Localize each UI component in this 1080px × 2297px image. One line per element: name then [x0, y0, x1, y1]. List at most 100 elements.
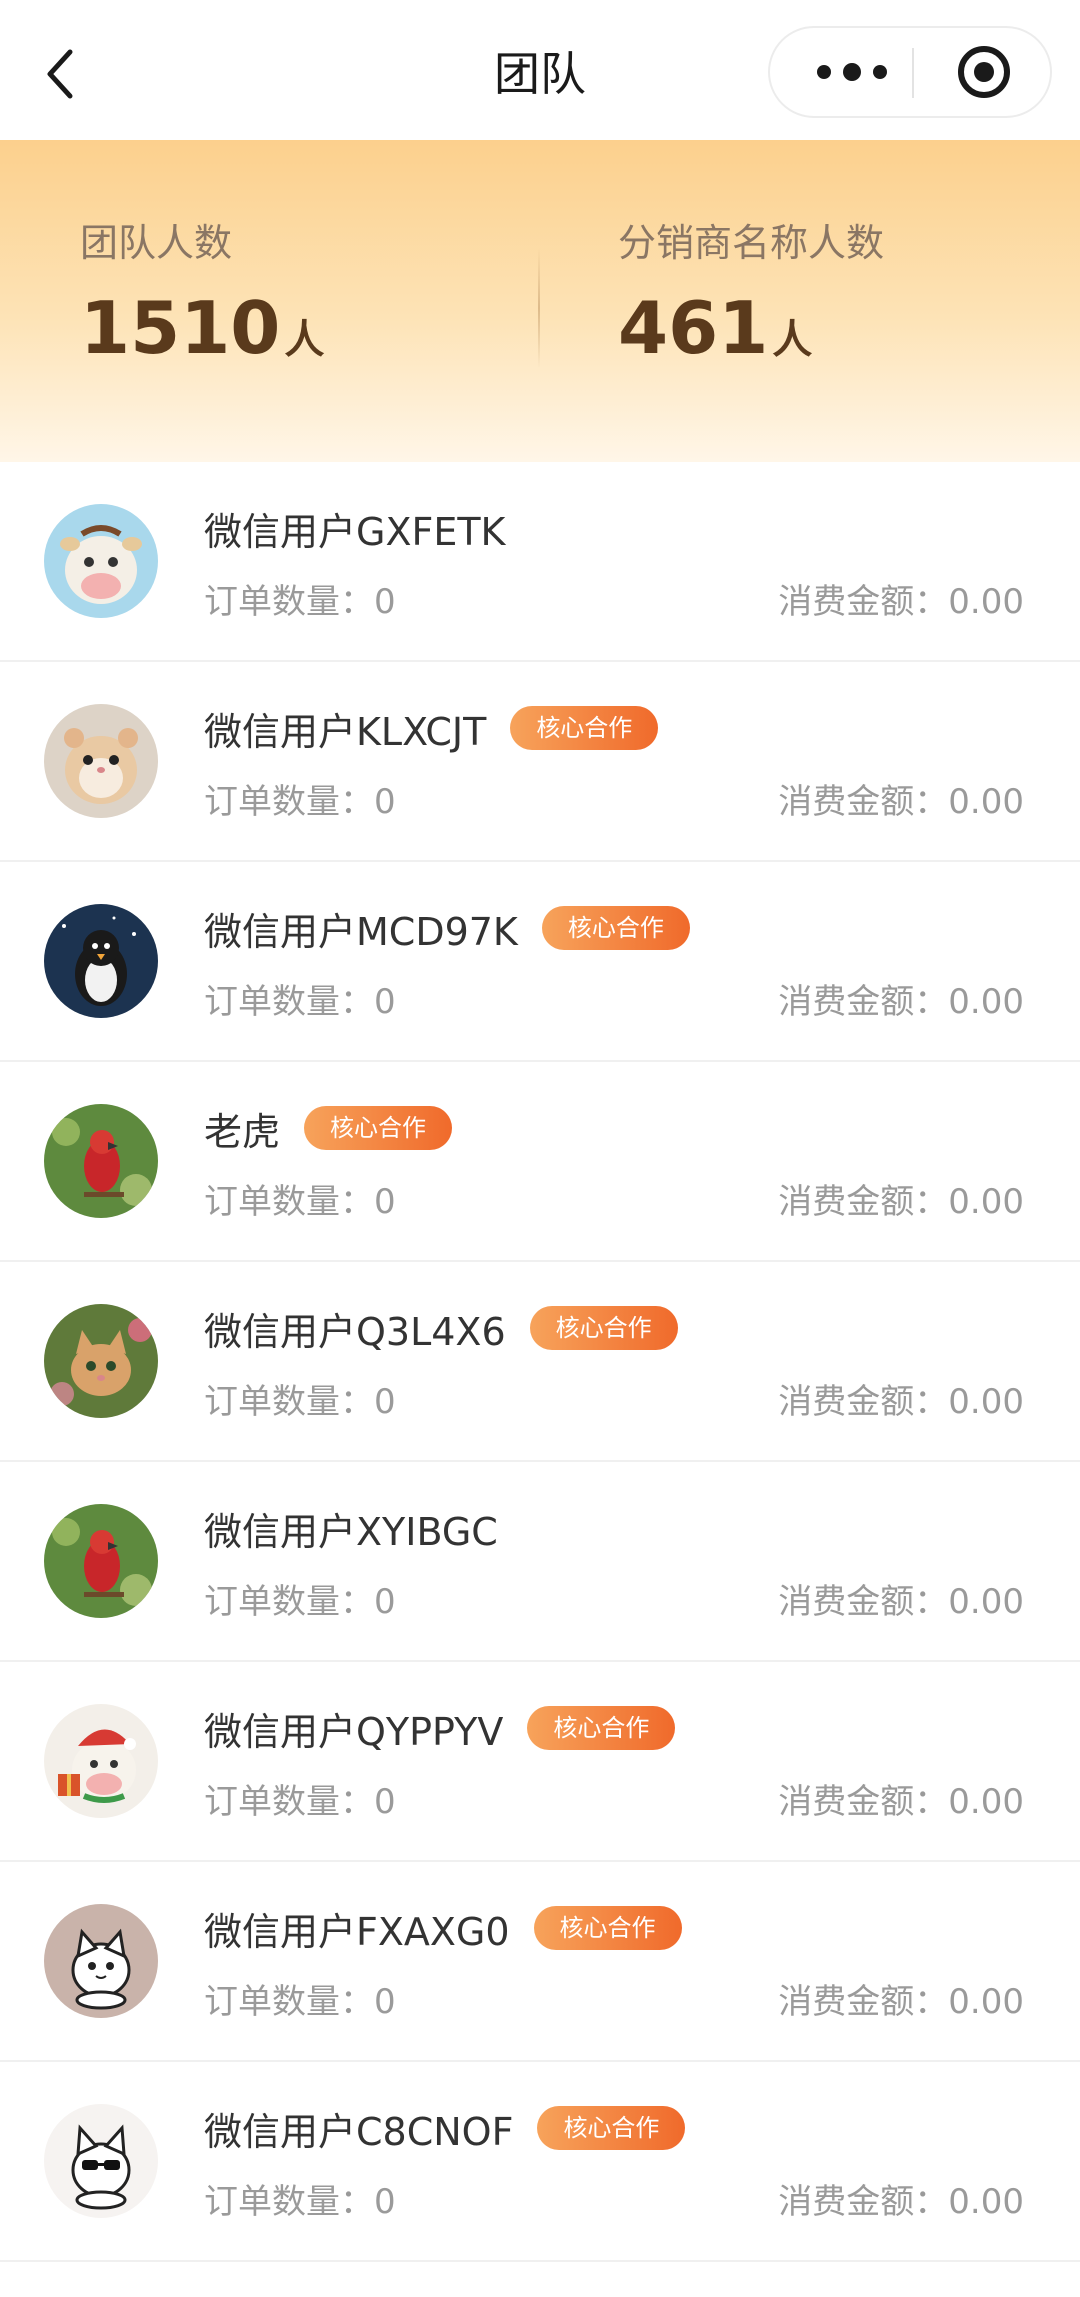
member-row-9[interactable]: 微信用户C8CNOF 核心合作 订单数量：0 消费金额：0.00 [0, 2062, 1080, 2262]
member-name: 微信用户MCD97K [204, 909, 518, 954]
member-name-line: 微信用户Q3L4X6 核心合作 [204, 1298, 678, 1358]
distributor-count-value: 461 人 [618, 286, 884, 382]
spend-amount-label: 消费金额： [778, 1382, 949, 1422]
parrot-avatar [44, 1104, 158, 1218]
spend-amount: 消费金额：0.00 [778, 2182, 1024, 2222]
spend-amount-label: 消费金额： [778, 782, 949, 822]
order-count-label: 订单数量： [204, 2182, 374, 2222]
distributor-count-unit: 人 [772, 317, 813, 363]
member-list: 微信用户GXFETK 订单数量：0 消费金额：0.00 微信用户KLXCJT 核… [0, 462, 1080, 2262]
hamster-avatar [44, 704, 158, 818]
spend-amount: 消费金额：0.00 [778, 1382, 1024, 1422]
member-name-line: 微信用户KLXCJT 核心合作 [204, 698, 659, 758]
capsule-divider [912, 48, 914, 98]
cartoon-cat-avatar [44, 1904, 158, 2018]
spend-amount-label: 消费金额： [778, 1582, 949, 1622]
team-stats-banner: 团队人数 1510 人 分销商名称人数 461 人 [0, 140, 1080, 462]
order-count-value: 0 [374, 2182, 396, 2222]
order-count-value: 0 [374, 982, 396, 1022]
spend-amount-label: 消费金额： [778, 1182, 949, 1222]
spend-amount-label: 消费金额： [778, 1782, 949, 1822]
order-count-label: 订单数量： [204, 1782, 374, 1822]
order-count-value: 0 [374, 1982, 396, 2022]
order-count-label: 订单数量： [204, 582, 374, 622]
member-name: 微信用户QYPPYV [204, 1709, 504, 1754]
kitten-avatar [44, 1304, 158, 1418]
sunglasses-cat-avatar [44, 2104, 158, 2218]
spend-amount: 消费金额：0.00 [778, 1982, 1024, 2022]
member-name-line: 微信用户XYIBGC [204, 1498, 498, 1558]
core-partner-badge: 核心合作 [541, 906, 690, 950]
more-dots-icon [817, 63, 887, 81]
parrot-avatar [44, 1504, 158, 1618]
spend-amount: 消费金额：0.00 [778, 982, 1024, 1022]
team-count-unit: 人 [284, 317, 325, 363]
core-partner-badge: 核心合作 [304, 1106, 453, 1150]
distributor-count-stat: 分销商名称人数 461 人 [618, 220, 884, 382]
spend-amount: 消费金额：0.00 [778, 1582, 1024, 1622]
spend-amount-value: 0.00 [948, 982, 1024, 1022]
member-name: 微信用户C8CNOF [204, 2109, 514, 2154]
spend-amount: 消费金额：0.00 [778, 782, 1024, 822]
member-name-line: 微信用户C8CNOF 核心合作 [204, 2098, 686, 2158]
member-name-line: 老虎 核心合作 [204, 1098, 453, 1158]
member-row-3[interactable]: 微信用户MCD97K 核心合作 订单数量：0 消费金额：0.00 [0, 862, 1080, 1062]
spend-amount-value: 0.00 [948, 1982, 1024, 2022]
order-count-value: 0 [374, 582, 396, 622]
core-partner-badge: 核心合作 [533, 1906, 682, 1950]
team-count-number: 1510 [80, 286, 281, 370]
spend-amount-label: 消费金额： [778, 582, 949, 622]
order-count: 订单数量：0 [204, 1382, 396, 1422]
order-count-value: 0 [374, 782, 396, 822]
distributor-count-label: 分销商名称人数 [618, 221, 885, 265]
member-row-5[interactable]: 微信用户Q3L4X6 核心合作 订单数量：0 消费金额：0.00 [0, 1262, 1080, 1462]
member-row-8[interactable]: 微信用户FXAXG0 核心合作 订单数量：0 消费金额：0.00 [0, 1862, 1080, 2062]
spend-amount: 消费金额：0.00 [778, 582, 1024, 622]
member-name: 老虎 [204, 1109, 281, 1154]
core-partner-badge: 核心合作 [537, 2106, 686, 2150]
order-count-label: 订单数量： [204, 1382, 374, 1422]
close-mini-program-button[interactable] [956, 44, 1012, 100]
spend-amount-value: 0.00 [948, 782, 1024, 822]
order-count-value: 0 [374, 1782, 396, 1822]
spend-amount-label: 消费金额： [778, 1982, 949, 2022]
navigation-bar: 团队 [0, 0, 1080, 140]
order-count-label: 订单数量： [204, 1582, 374, 1622]
order-count-value: 0 [374, 1382, 396, 1422]
distributor-count-number: 461 [618, 286, 769, 370]
order-count: 订单数量：0 [204, 1782, 396, 1822]
member-row-2[interactable]: 微信用户KLXCJT 核心合作 订单数量：0 消费金额：0.00 [0, 662, 1080, 862]
order-count: 订单数量：0 [204, 1182, 396, 1222]
stats-divider [538, 248, 540, 368]
member-row-4[interactable]: 老虎 核心合作 订单数量：0 消费金额：0.00 [0, 1062, 1080, 1262]
member-name-line: 微信用户FXAXG0 核心合作 [204, 1898, 682, 1958]
member-name: 微信用户GXFETK [204, 509, 506, 554]
member-row-1[interactable]: 微信用户GXFETK 订单数量：0 消费金额：0.00 [0, 462, 1080, 662]
spend-amount-value: 0.00 [948, 1582, 1024, 1622]
spend-amount-value: 0.00 [948, 1182, 1024, 1222]
order-count: 订单数量：0 [204, 982, 396, 1022]
member-row-6[interactable]: 微信用户XYIBGC 订单数量：0 消费金额：0.00 [0, 1462, 1080, 1662]
order-count-label: 订单数量： [204, 1182, 374, 1222]
target-circle-icon [958, 46, 1010, 98]
spend-amount-value: 0.00 [948, 582, 1024, 622]
order-count-value: 0 [374, 1182, 396, 1222]
core-partner-badge: 核心合作 [527, 1706, 676, 1750]
spend-amount-label: 消费金额： [778, 982, 949, 1022]
member-name: 微信用户Q3L4X6 [204, 1309, 506, 1354]
member-name: 微信用户FXAXG0 [204, 1909, 510, 1954]
more-button[interactable] [810, 52, 894, 92]
core-partner-badge: 核心合作 [529, 1306, 678, 1350]
core-partner-badge: 核心合作 [510, 706, 659, 750]
spend-amount-label: 消费金额： [778, 2182, 949, 2222]
team-count-label: 团队人数 [80, 221, 233, 265]
order-count: 订单数量：0 [204, 2182, 396, 2222]
member-row-7[interactable]: 微信用户QYPPYV 核心合作 订单数量：0 消费金额：0.00 [0, 1662, 1080, 1862]
order-count: 订单数量：0 [204, 782, 396, 822]
spend-amount: 消费金额：0.00 [778, 1782, 1024, 1822]
team-count-stat: 团队人数 1510 人 [80, 220, 324, 382]
christmas-cow-avatar [44, 1704, 158, 1818]
member-name-line: 微信用户MCD97K 核心合作 [204, 898, 690, 958]
order-count-label: 订单数量： [204, 982, 374, 1022]
spend-amount-value: 0.00 [948, 2182, 1024, 2222]
